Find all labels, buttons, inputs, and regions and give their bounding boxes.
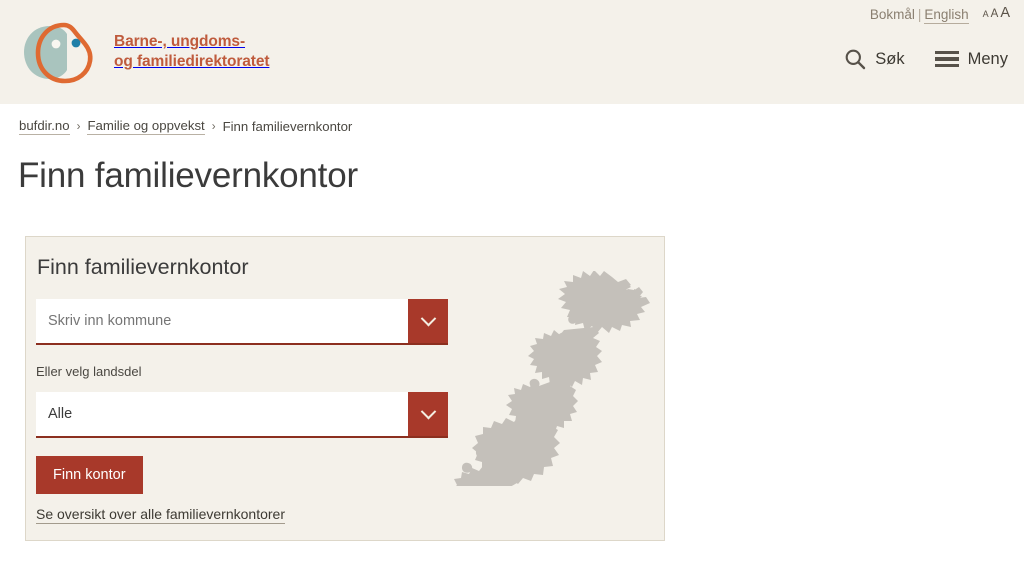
site-logo[interactable]: Barne-, ungdoms- og familiedirektoratet — [20, 18, 270, 86]
all-offices-overview-link[interactable]: Se oversikt over alle familievernkontore… — [36, 506, 285, 524]
breadcrumb: bufdir.no › Familie og oppvekst › Finn f… — [19, 118, 352, 135]
breadcrumb-item-bufdir[interactable]: bufdir.no — [19, 118, 70, 135]
region-select-value[interactable]: Alle — [36, 392, 408, 436]
region-field: Alle — [36, 392, 448, 438]
language-link-english[interactable]: English — [924, 7, 969, 24]
breadcrumb-item-familie-og-oppvekst[interactable]: Familie og oppvekst — [87, 118, 205, 135]
region-dropdown-button[interactable] — [408, 392, 448, 436]
municipality-field — [36, 299, 448, 345]
bufdir-bird-logo-icon — [20, 18, 102, 86]
norway-map-icon — [451, 271, 656, 486]
utility-row: Bokmål | English A A A — [870, 5, 1010, 24]
finn-familievernkontor-card: Finn familievernkontor Eller velg landsd… — [25, 236, 665, 541]
search-icon — [844, 48, 866, 70]
language-link-bokmal[interactable]: Bokmål — [870, 7, 915, 22]
municipality-input-shell — [36, 299, 448, 345]
municipality-input[interactable] — [36, 299, 408, 343]
hamburger-menu-icon — [934, 50, 959, 68]
breadcrumb-separator: › — [76, 120, 81, 133]
region-field-label: Eller velg landsdel — [36, 364, 142, 379]
card-title: Finn familievernkontor — [37, 255, 249, 279]
text-size-controls[interactable]: A A A — [983, 5, 1010, 22]
find-office-button[interactable]: Finn kontor — [36, 456, 143, 494]
menu-label: Meny — [967, 49, 1008, 68]
text-size-large[interactable]: A — [1000, 5, 1010, 21]
municipality-dropdown-button[interactable] — [408, 299, 448, 343]
text-size-small[interactable]: A — [983, 9, 989, 19]
menu-button[interactable]: Meny — [934, 49, 1008, 69]
language-separator: | — [917, 7, 922, 22]
text-size-medium[interactable]: A — [991, 8, 999, 20]
chevron-down-icon — [420, 310, 436, 326]
breadcrumb-item-current: Finn familievernkontor — [222, 119, 353, 134]
breadcrumb-separator: › — [211, 120, 216, 133]
chevron-down-icon — [420, 403, 436, 419]
page-title: Finn familievernkontor — [18, 156, 358, 195]
site-header: Barne-, ungdoms- og familiedirektoratet … — [0, 0, 1024, 104]
logo-text: Barne-, ungdoms- og familiedirektoratet — [114, 33, 270, 70]
search-label: Søk — [875, 49, 905, 68]
language-switcher: Bokmål | English — [870, 7, 969, 24]
header-nav: Søk Meny — [844, 48, 1008, 70]
search-button[interactable]: Søk — [844, 48, 905, 70]
region-select-shell: Alle — [36, 392, 448, 438]
